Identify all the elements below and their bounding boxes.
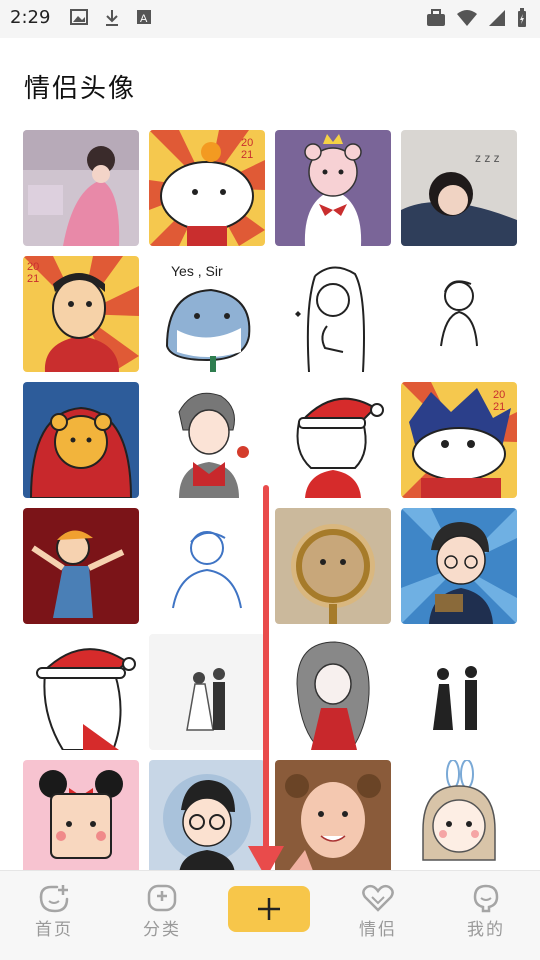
svg-text:21: 21 [493,401,505,413]
avatar-tile-8[interactable] [401,256,517,372]
avatar-grid: 20 21 z z z 20 21 Yes , Sir 20 21 [23,130,517,876]
plus-icon [258,898,280,920]
avatar-tile-2[interactable]: 20 21 [149,130,265,246]
image-icon [70,9,88,25]
svg-text:21: 21 [241,149,253,161]
svg-text:20: 20 [241,137,253,149]
svg-text:z z z: z z z [475,151,500,165]
avatar-tile-20[interactable] [401,634,517,750]
avatar-tile-14[interactable] [149,508,265,624]
avatar-tile-19[interactable] [275,634,391,750]
page-title: 情侣头像 [24,74,137,104]
avatar-tile-17[interactable] [23,634,139,750]
avatar-tile-9[interactable] [23,382,139,498]
signal-icon [489,10,505,26]
avatar-tile-15[interactable] [275,508,391,624]
avatar-tile-3[interactable] [275,130,391,246]
profile-icon [473,884,499,913]
svg-text:21: 21 [27,273,39,285]
nav-category-label: 分类 [143,920,181,940]
nav-couple[interactable]: 情侣 [338,883,418,940]
avatar-tile-11[interactable] [275,382,391,498]
status-bar: 2:29 A [0,0,540,38]
status-time: 2:29 [10,7,51,28]
avatar-tile-21[interactable] [23,760,139,876]
svg-text:20: 20 [27,261,39,273]
avatar-tile-12[interactable]: 20 21 [401,382,517,498]
font-icon: A [137,10,151,25]
nav-category[interactable]: 分类 [122,883,202,940]
nav-home[interactable]: 首页 [14,883,94,940]
nav-profile-label: 我的 [467,920,505,940]
avatar-tile-24[interactable] [401,760,517,876]
category-icon [147,884,177,912]
svg-text:20: 20 [493,389,505,401]
avatar-tile-10[interactable] [149,382,265,498]
battery-icon [518,8,526,27]
avatar-tile-16[interactable] [401,508,517,624]
avatar-tile-22[interactable] [149,760,265,876]
avatar-tile-13[interactable] [23,508,139,624]
avatar-tile-1[interactable] [23,130,139,246]
avatar-tile-5[interactable]: 20 21 [23,256,139,372]
couple-heart-icon [362,884,394,912]
wifi-icon [457,10,477,26]
avatar-tile-18[interactable] [149,634,265,750]
add-button[interactable] [228,886,310,932]
avatar-tile-23[interactable] [275,760,391,876]
briefcase-icon [427,9,445,26]
nav-home-label: 首页 [35,920,73,940]
avatar-tile-4[interactable]: z z z [401,130,517,246]
svg-text:Yes , Sir: Yes , Sir [171,263,223,279]
home-icon [39,885,69,913]
nav-couple-label: 情侣 [359,920,397,940]
nav-profile[interactable]: 我的 [446,883,526,940]
avatar-tile-7[interactable] [275,256,391,372]
svg-text:A: A [140,13,148,25]
avatar-tile-6[interactable]: Yes , Sir [149,256,265,372]
download-icon [106,10,118,26]
